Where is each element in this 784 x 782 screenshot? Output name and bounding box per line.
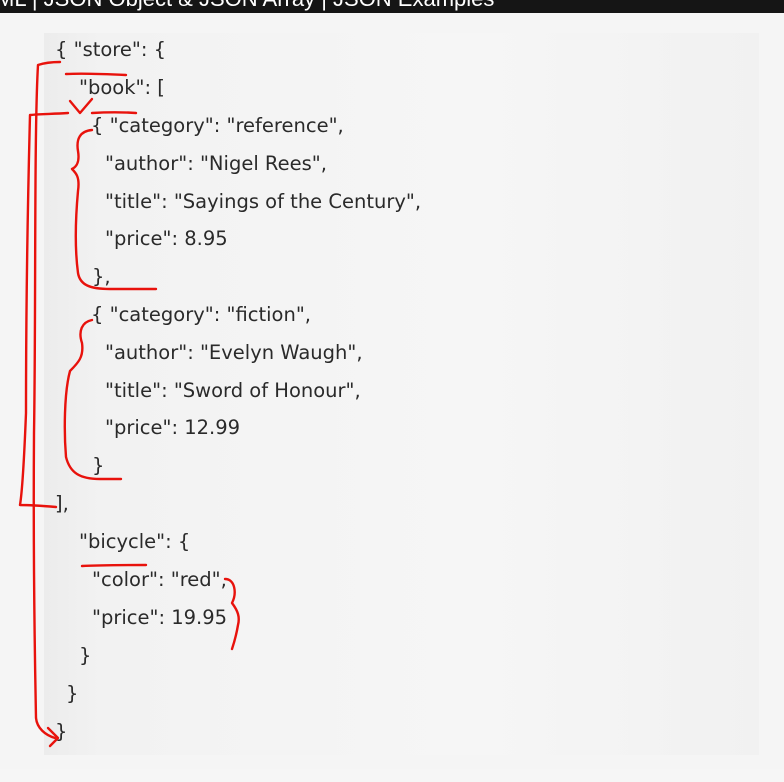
- code-line: }: [55, 720, 68, 743]
- code-line: { "category": "fiction",: [91, 303, 311, 326]
- code-line: { "category": "reference",: [91, 114, 344, 137]
- code-line: "book": [: [79, 76, 165, 99]
- video-title-bar: ML | JSON Object & JSON Array | JSON Exa…: [0, 0, 784, 13]
- code-line: "title": "Sword of Honour",: [105, 379, 361, 402]
- video-frame[interactable]: { "store": { "book": [ { "category": "re…: [0, 13, 784, 769]
- code-line: "bicycle": {: [79, 530, 191, 553]
- code-line: "color": "red",: [92, 568, 227, 591]
- code-line: { "store": {: [55, 38, 167, 61]
- code-line: ],: [55, 492, 69, 515]
- code-line: "price": 12.99: [105, 416, 241, 439]
- code-line: }: [92, 454, 105, 477]
- code-line: "price": 8.95: [105, 227, 228, 250]
- code-line: "author": "Nigel Rees",: [105, 152, 327, 175]
- code-line: },: [92, 265, 111, 288]
- code-line: "title": "Sayings of the Century",: [105, 190, 422, 213]
- video-title: ML | JSON Object & JSON Array | JSON Exa…: [0, 0, 494, 12]
- code-line: "author": "Evelyn Waugh",: [105, 341, 363, 364]
- code-line: "price": 19.95: [92, 606, 228, 629]
- code-line: }: [79, 644, 92, 667]
- code-line: }: [66, 682, 79, 705]
